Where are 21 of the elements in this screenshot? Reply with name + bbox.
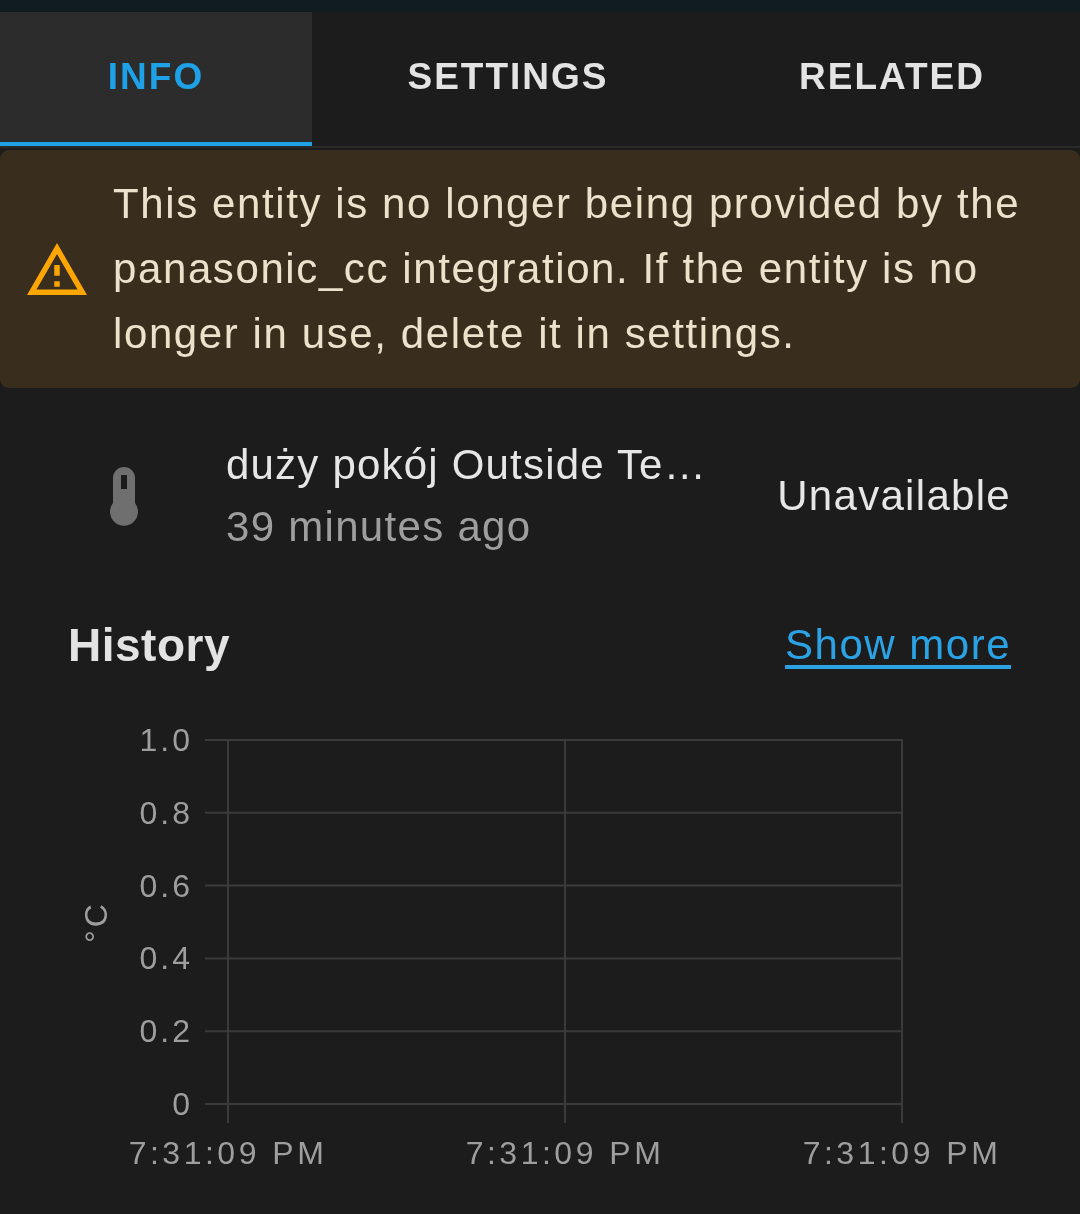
- tab[interactable]: INFO: [0, 12, 312, 146]
- tab[interactable]: SETTINGS: [312, 12, 704, 146]
- warning-icon: [27, 242, 87, 295]
- x-tick-label: 7:31:09 PM: [128, 1135, 328, 1171]
- y-tick-label: 0.8: [139, 794, 193, 831]
- y-axis-label: °C: [78, 901, 114, 943]
- y-tick-label: 0.4: [139, 940, 193, 977]
- warning-message: This entity is no longer being provided by the panasonic_cc integration. If the entity is no longer in use, delete it in settings.: [113, 179, 1022, 359]
- thermometer-icon: [110, 466, 138, 526]
- y-tick-label: 0: [172, 1086, 193, 1122]
- show-more-link[interactable]: Show more: [785, 621, 1011, 669]
- tab[interactable]: RELATED: [704, 12, 1080, 146]
- y-tick-label: 0.2: [139, 1013, 193, 1050]
- entity-name: duży pokój Outside Te…: [226, 440, 707, 490]
- x-tick-label: 7:31:09 PM: [465, 1135, 665, 1171]
- state-text: Unavailable: [777, 472, 1011, 520]
- x-tick-label: 7:31:09 PM: [802, 1135, 1002, 1171]
- y-tick-label: 1.0: [139, 722, 193, 758]
- section-heading: History: [68, 618, 230, 672]
- last-changed-text: 39 minutes ago: [226, 502, 532, 552]
- y-tick-label: 0.6: [139, 867, 193, 904]
